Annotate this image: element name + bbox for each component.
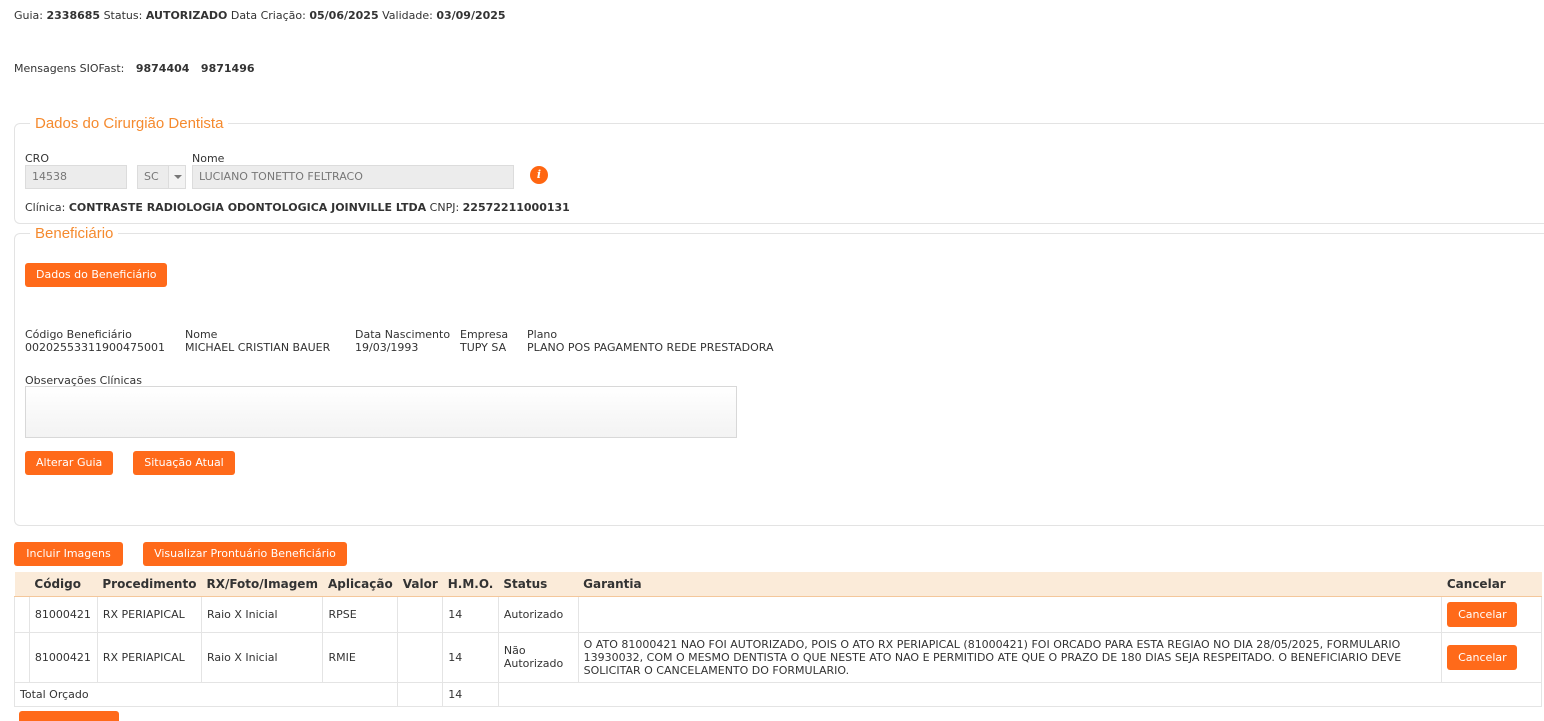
nome-dentista-field[interactable]: LUCIANO TONETTO FELTRACO (192, 165, 514, 189)
table-header-row: Código Procedimento RX/Foto/Imagem Aplic… (14, 572, 1542, 597)
table-row: 81000421 RX PERIAPICAL Raio X Inicial RM… (14, 631, 1542, 683)
uf-select[interactable]: SC (137, 165, 186, 189)
total-row: Total Orçado 14 (13, 681, 1543, 707)
col-rx[interactable]: RX/Foto/Imagem (201, 572, 323, 597)
beneficiario-legend: Beneficiário (35, 225, 114, 242)
col-codigo[interactable]: Código (29, 572, 98, 597)
clinica-value: CONTRASTE RADIOLOGIA ODONTOLOGICA JOINVI… (68, 201, 427, 214)
cell-cancelar: Cancelar (1441, 595, 1542, 633)
col-cancelar[interactable]: Cancelar (1441, 572, 1542, 597)
total-label: Total Orçado (13, 681, 399, 707)
alterar-guia-button[interactable]: Alterar Guia (25, 451, 113, 475)
plano-value: PLANO POS PAGAMENTO REDE PRESTADORA (527, 341, 774, 354)
cro-field[interactable]: 14538 (25, 165, 127, 189)
cut-off-button[interactable] (19, 711, 119, 721)
cancel-button[interactable]: Cancelar (1447, 601, 1518, 627)
cell-rx: Raio X Inicial (200, 595, 324, 633)
col-garantia[interactable]: Garantia (578, 572, 1442, 597)
cell-status: Não Autorizado (497, 631, 579, 683)
cell-status: Autorizado (497, 595, 579, 633)
uf-select-value: SC (144, 170, 159, 183)
cell-procedimento: RX PERIAPICAL (96, 631, 202, 683)
col-aplicacao[interactable]: Aplicação (322, 572, 398, 597)
col-status[interactable]: Status (498, 572, 579, 597)
clinica-label: Clínica: (25, 201, 66, 214)
cell-rx: Raio X Inicial (200, 631, 324, 683)
col-procedimento[interactable]: Procedimento (97, 572, 202, 597)
col-hmo[interactable]: H.M.O. (442, 572, 499, 597)
cell-codigo: 81000421 (28, 595, 98, 633)
cell-hmo: 14 (442, 631, 499, 683)
beneficiario-section: Beneficiário (14, 225, 1544, 526)
cell-aplicacao: RMIE (322, 631, 399, 683)
plano: Plano PLANO POS PAGAMENTO REDE PRESTADOR… (527, 328, 774, 354)
siofast-message: 9874404 (135, 62, 190, 75)
cell-procedimento: RX PERIAPICAL (96, 595, 202, 633)
cell-aplicacao: RPSE (322, 595, 399, 633)
situacao-atual-button[interactable]: Situação Atual (133, 451, 235, 475)
guia-number: 2338685 (46, 9, 101, 22)
data-criacao-label: Data Criação: (230, 9, 306, 22)
cell-codigo: 81000421 (28, 631, 98, 683)
codigo-beneficiario-value: 00202553311900475001 (25, 341, 165, 354)
procedures-table: Código Procedimento RX/Foto/Imagem Aplic… (13, 572, 1543, 707)
siofast-messages: Mensagens SIOFast: 9874404 9871496 (14, 62, 255, 75)
data-nascimento-value: 19/03/1993 (355, 341, 419, 354)
total-filler (497, 681, 1543, 707)
plano-label: Plano (527, 328, 558, 341)
observacoes-textarea[interactable] (25, 386, 737, 438)
total-valor (397, 681, 444, 707)
cell-valor (397, 595, 444, 633)
empresa-value: TUPY SA (460, 341, 507, 354)
nome-beneficiario-value: MICHAEL CRISTIAN BAUER (185, 341, 331, 354)
cell-garantia: O ATO 81000421 NAO FOI AUTORIZADO, POIS … (577, 631, 1443, 683)
dados-beneficiario-button[interactable]: Dados do Beneficiário (25, 263, 167, 287)
incluir-imagens-button[interactable]: Incluir Imagens (14, 542, 123, 566)
table-row: 81000421 RX PERIAPICAL Raio X Inicial RP… (14, 595, 1542, 633)
siofast-label: Mensagens SIOFast: (14, 62, 125, 75)
clinica-info: Clínica: CONTRASTE RADIOLOGIA ODONTOLOGI… (25, 201, 570, 214)
siofast-message: 9871496 (200, 62, 255, 75)
data-nascimento: Data Nascimento 19/03/1993 (355, 328, 450, 354)
validade-label: Validade: (382, 9, 433, 22)
status-label: Status: (103, 9, 143, 22)
row-spacer (14, 595, 30, 633)
chevron-down-icon (168, 166, 185, 188)
cell-cancelar: Cancelar (1441, 631, 1542, 683)
status-value: AUTORIZADO (145, 9, 228, 22)
codigo-beneficiario: Código Beneficiário 00202553311900475001 (25, 328, 165, 354)
cell-valor (397, 631, 444, 683)
visualizar-prontuario-button[interactable]: Visualizar Prontuário Beneficiário (143, 542, 347, 566)
nome-beneficiario-label: Nome (185, 328, 218, 341)
info-icon[interactable]: i (530, 166, 548, 184)
cancel-button[interactable]: Cancelar (1447, 644, 1518, 670)
col-spacer (14, 572, 30, 597)
data-nascimento-label: Data Nascimento (355, 328, 451, 341)
dentista-legend: Dados do Cirurgião Dentista (35, 115, 224, 132)
data-criacao-value: 05/06/2025 (309, 9, 379, 22)
col-valor[interactable]: Valor (397, 572, 443, 597)
cnpj-label: CNPJ: (429, 201, 460, 214)
nome-beneficiario: Nome MICHAEL CRISTIAN BAUER (185, 328, 330, 354)
cell-hmo: 14 (442, 595, 499, 633)
row-spacer (14, 631, 30, 683)
empresa-label: Empresa (460, 328, 509, 341)
cro-label: CRO (25, 152, 49, 165)
cnpj-value: 22572211000131 (462, 201, 570, 214)
cell-garantia (577, 595, 1443, 633)
empresa: Empresa TUPY SA (460, 328, 508, 354)
nome-dentista-label: Nome (192, 152, 225, 165)
guia-header: Guia: 2338685 Status: AUTORIZADO Data Cr… (14, 9, 506, 22)
codigo-beneficiario-label: Código Beneficiário (25, 328, 132, 341)
total-hmo: 14 (442, 681, 499, 707)
guia-label: Guia: (14, 9, 43, 22)
validade-value: 03/09/2025 (436, 9, 506, 22)
